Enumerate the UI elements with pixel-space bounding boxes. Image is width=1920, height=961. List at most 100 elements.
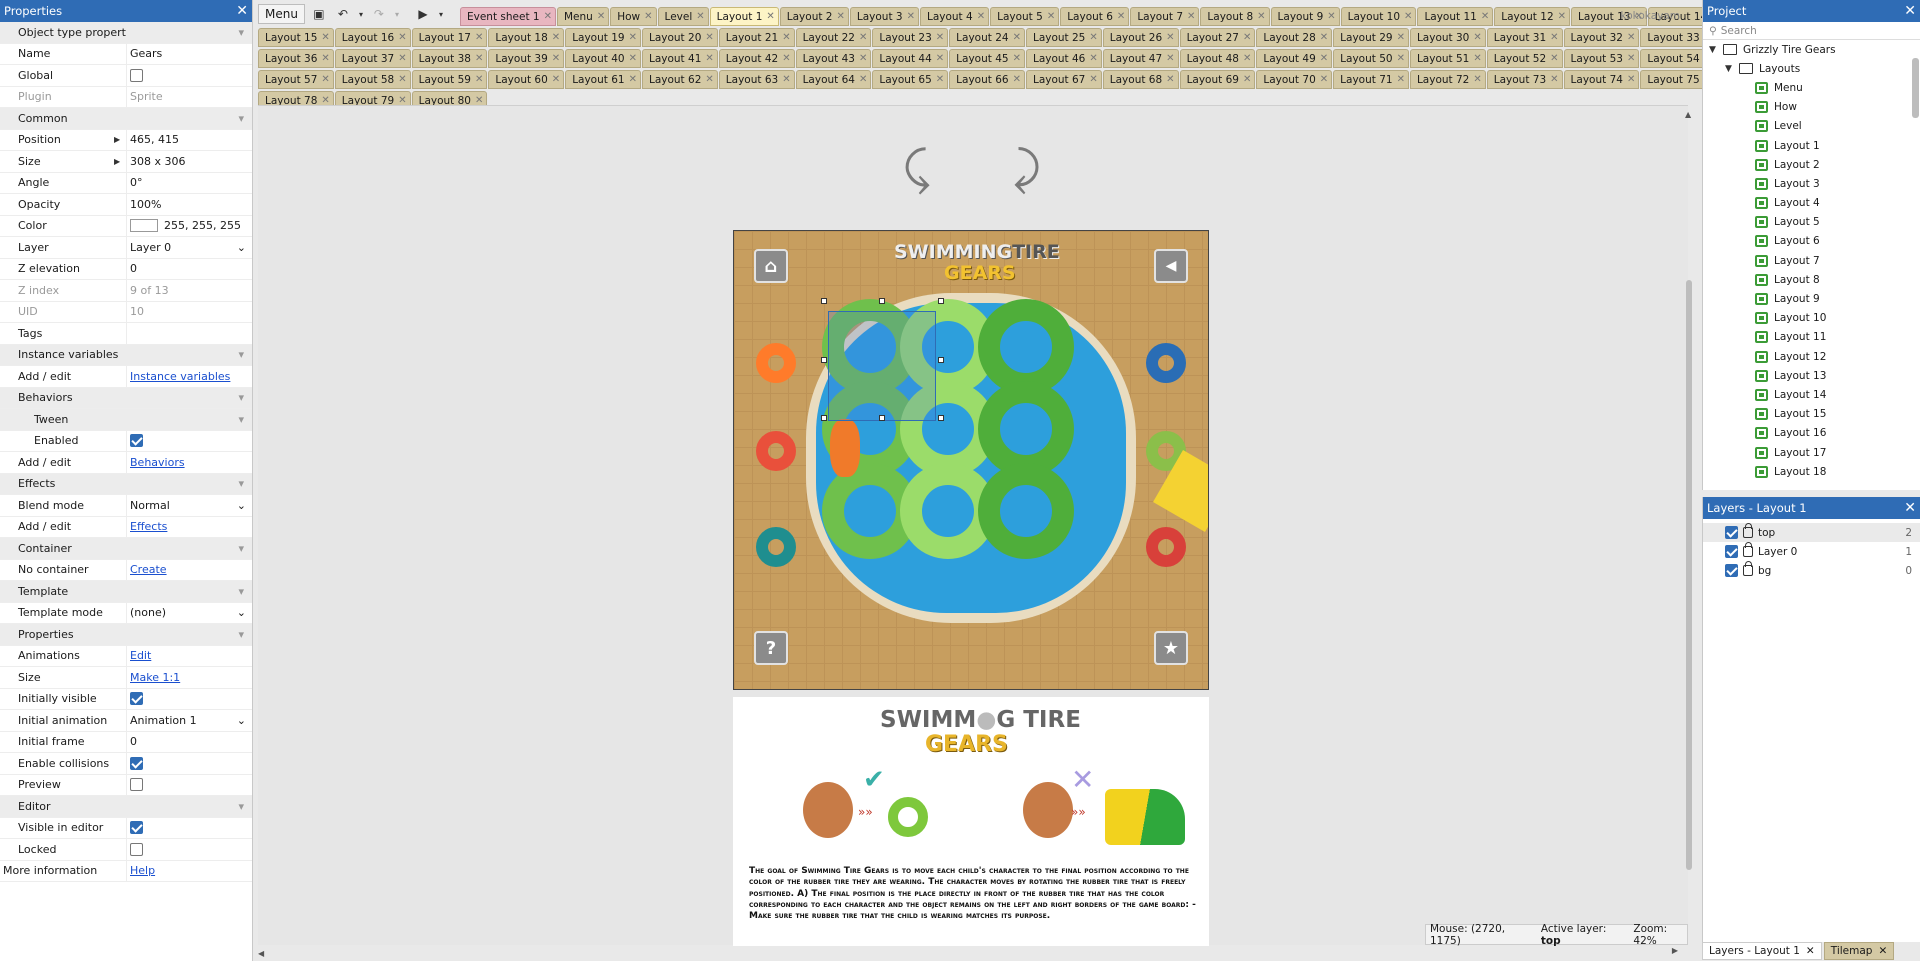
tab-tilemap[interactable]: Tilemap ✕ xyxy=(1823,942,1895,960)
close-icon[interactable]: ✕ xyxy=(1013,74,1021,85)
tree-folder-layouts[interactable]: ▼ Layouts xyxy=(1703,59,1920,78)
close-icon[interactable]: ✕ xyxy=(1550,32,1558,43)
checkbox[interactable] xyxy=(130,756,143,770)
link[interactable]: Effects xyxy=(130,520,167,533)
game-board[interactable]: SWIMMINGTIRE GEARS ⌂ ◀ ? ★ xyxy=(733,230,1209,690)
expand-icon[interactable]: ▶ xyxy=(114,157,120,166)
tree-item-layout-11[interactable]: Layout 11 xyxy=(1703,328,1920,347)
close-icon[interactable]: ✕ xyxy=(1327,11,1335,22)
close-icon[interactable]: ✕ xyxy=(552,32,560,43)
tab-layout-5[interactable]: Layout 5 ✕ xyxy=(990,7,1060,26)
tree-item-menu[interactable]: Menu xyxy=(1703,78,1920,97)
property-value[interactable] xyxy=(126,839,252,860)
link[interactable]: Instance variables xyxy=(130,370,230,383)
collapse-icon[interactable]: ▾ xyxy=(126,581,252,602)
scroll-up-icon[interactable]: ▲ xyxy=(1685,110,1693,119)
tab-layout-18[interactable]: Layout 18 ✕ xyxy=(488,28,565,47)
tab-layout-67[interactable]: Layout 67 ✕ xyxy=(1025,70,1102,89)
close-icon[interactable]: ✕ xyxy=(1166,32,1174,43)
dropdown[interactable]: Animation 1 ⌄ xyxy=(130,714,252,727)
tree-item-level[interactable]: Level xyxy=(1703,117,1920,136)
tab-layout-63[interactable]: Layout 63 ✕ xyxy=(718,70,795,89)
tree-item-layout-13[interactable]: Layout 13 xyxy=(1703,366,1920,385)
property-value[interactable]: 308 x 306 xyxy=(126,151,252,172)
close-icon[interactable]: ✕ xyxy=(321,53,329,64)
tree-root[interactable]: ▼ Grizzly Tire Gears xyxy=(1703,40,1920,59)
tree-item-layout-1[interactable]: Layout 1 xyxy=(1703,136,1920,155)
close-icon[interactable]: ✕ xyxy=(1397,74,1405,85)
tab-layout-9[interactable]: Layout 9 ✕ xyxy=(1270,7,1340,26)
property-value[interactable]: Behaviors xyxy=(126,452,252,473)
tab-layout-73[interactable]: Layout 73 ✕ xyxy=(1486,70,1563,89)
help-button[interactable]: ? xyxy=(754,631,788,665)
tab-layout-68[interactable]: Layout 68 ✕ xyxy=(1102,70,1179,89)
property-value[interactable]: Edit xyxy=(126,645,252,666)
property-value[interactable] xyxy=(126,430,252,451)
tree-item-layout-8[interactable]: Layout 8 xyxy=(1703,270,1920,289)
tab-layout-1[interactable]: Layout 1 ✕ xyxy=(709,7,779,26)
close-icon[interactable]: ✕ xyxy=(782,32,790,43)
close-icon[interactable]: ✕ xyxy=(1904,3,1916,19)
tab-layout-25[interactable]: Layout 25 ✕ xyxy=(1025,28,1102,47)
resize-handle[interactable] xyxy=(821,415,827,421)
sound-button[interactable]: ◀ xyxy=(1154,249,1188,283)
property-value[interactable]: Animation 1 ⌄ xyxy=(126,710,252,731)
close-icon[interactable]: ✕ xyxy=(859,74,867,85)
tab-layout-37[interactable]: Layout 37 ✕ xyxy=(334,49,411,68)
close-icon[interactable]: ✕ xyxy=(1243,53,1251,64)
tab-layout-17[interactable]: Layout 17 ✕ xyxy=(411,28,488,47)
tab-layout-48[interactable]: Layout 48 ✕ xyxy=(1179,49,1256,68)
tab-layout-42[interactable]: Layout 42 ✕ xyxy=(718,49,795,68)
lock-icon[interactable] xyxy=(1743,542,1753,557)
tree-item-layout-2[interactable]: Layout 2 xyxy=(1703,155,1920,174)
close-icon[interactable]: ✕ xyxy=(1397,53,1405,64)
tab-layout-44[interactable]: Layout 44 ✕ xyxy=(872,49,949,68)
lock-icon[interactable] xyxy=(1743,561,1753,576)
redo-dropdown-icon[interactable]: ▾ xyxy=(393,4,401,24)
link[interactable]: Make 1:1 xyxy=(130,671,180,684)
checkbox[interactable] xyxy=(130,778,143,792)
close-icon[interactable]: ✕ xyxy=(1013,53,1021,64)
selection-box[interactable] xyxy=(828,311,936,421)
tab-layout-10[interactable]: Layout 10 ✕ xyxy=(1340,7,1417,26)
visible-checkbox[interactable] xyxy=(1725,545,1738,558)
dropdown[interactable]: (none) ⌄ xyxy=(130,606,252,619)
tab-layout-7[interactable]: Layout 7 ✕ xyxy=(1130,7,1200,26)
layer-top[interactable]: top 2 xyxy=(1703,523,1920,542)
tab-layout-43[interactable]: Layout 43 ✕ xyxy=(795,49,872,68)
tab-layout-28[interactable]: Layout 28 ✕ xyxy=(1256,28,1333,47)
property-value[interactable]: Instance variables xyxy=(126,366,252,387)
project-search[interactable]: ⚲ Search xyxy=(1703,22,1920,40)
tab-layout-41[interactable]: Layout 41 ✕ xyxy=(641,49,718,68)
tab-layout-27[interactable]: Layout 27 ✕ xyxy=(1179,28,1256,47)
user-name[interactable]: kokokayam xyxy=(1621,10,1680,22)
close-icon[interactable]: ✕ xyxy=(1166,74,1174,85)
tab-layout-52[interactable]: Layout 52 ✕ xyxy=(1486,49,1563,68)
close-icon[interactable]: ✕ xyxy=(1904,500,1916,516)
collapse-icon[interactable]: ▾ xyxy=(126,345,252,366)
close-icon[interactable]: ✕ xyxy=(705,74,713,85)
close-icon[interactable]: ✕ xyxy=(1089,74,1097,85)
close-icon[interactable]: ✕ xyxy=(398,74,406,85)
close-icon[interactable]: ✕ xyxy=(236,3,248,19)
tab-layout-74[interactable]: Layout 74 ✕ xyxy=(1563,70,1640,89)
tab-layout-53[interactable]: Layout 53 ✕ xyxy=(1563,49,1640,68)
checkbox[interactable] xyxy=(130,842,143,856)
close-icon[interactable]: ✕ xyxy=(1320,32,1328,43)
property-value[interactable]: 100% xyxy=(126,194,252,215)
collapse-icon[interactable]: ▾ xyxy=(126,409,252,430)
tab-menu[interactable]: Menu ✕ xyxy=(557,7,610,26)
color-swatch[interactable] xyxy=(130,219,158,233)
close-icon[interactable]: ✕ xyxy=(552,74,560,85)
tab-layout-12[interactable]: Layout 12 ✕ xyxy=(1494,7,1571,26)
tab-layout-38[interactable]: Layout 38 ✕ xyxy=(411,49,488,68)
tab-layout-71[interactable]: Layout 71 ✕ xyxy=(1333,70,1409,89)
chevron-down-icon[interactable]: ▼ xyxy=(1709,45,1723,55)
tab-layout-62[interactable]: Layout 62 ✕ xyxy=(641,70,718,89)
link[interactable]: Help xyxy=(130,864,155,877)
close-icon[interactable]: ✕ xyxy=(321,32,329,43)
dropdown[interactable]: Layer 0 ⌄ xyxy=(130,241,252,254)
close-icon[interactable]: ✕ xyxy=(782,53,790,64)
close-icon[interactable]: ✕ xyxy=(552,53,560,64)
collapse-icon[interactable]: ▾ xyxy=(126,388,252,409)
